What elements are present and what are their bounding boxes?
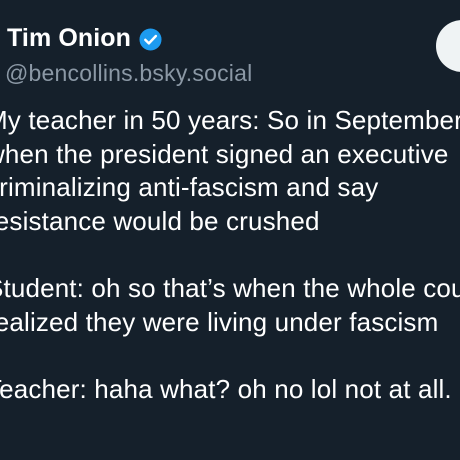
follow-button[interactable]: [436, 20, 460, 72]
post-text: My teacher in 50 years: So in September …: [0, 104, 460, 407]
verified-badge-icon: [139, 27, 162, 51]
post-text-line: realized they were living under fascism: [0, 306, 439, 337]
post-text-line: resistance would be crushed: [0, 205, 320, 236]
post-text-line: criminalizing anti-fascism and say: [0, 172, 379, 202]
author-display-name[interactable]: Tim Onion: [7, 24, 131, 53]
post-text-blank-line: [0, 238, 460, 272]
post-text-line: Student: oh so that’s when the whole cou…: [0, 273, 460, 303]
post-text-line: when the president signed an executive: [0, 138, 449, 169]
post-text-blank-line: [0, 339, 460, 373]
post-text-line: My teacher in 50 years: So in September: [0, 105, 460, 135]
post-view: Tim Onion @bencollins.bsky.social My tea…: [0, 0, 460, 460]
author-handle[interactable]: @bencollins.bsky.social: [5, 60, 252, 87]
post-text-line: Teacher: haha what? oh no lol not at all…: [0, 374, 460, 404]
author-name-row: Tim Onion: [7, 24, 162, 53]
